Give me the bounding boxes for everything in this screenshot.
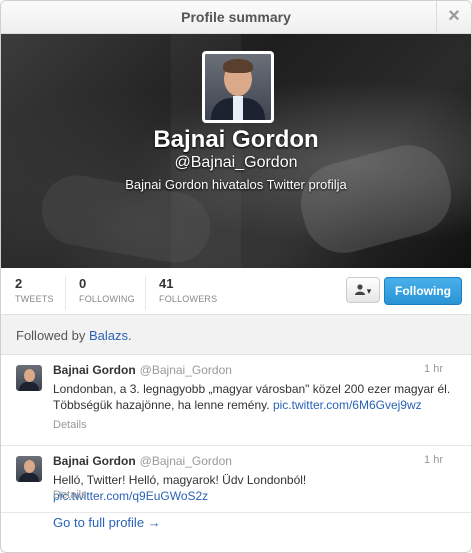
- stat-followers-count: 41: [159, 276, 174, 291]
- profile-stats: 2 TWEETS 0 FOLLOWING 41 FOLLOWERS ▾ Foll…: [1, 268, 471, 315]
- tweet-details-link[interactable]: Details: [53, 489, 87, 501]
- tweet-details-link[interactable]: Details: [53, 419, 87, 431]
- profile-handle[interactable]: @Bajnai_Gordon: [1, 154, 471, 172]
- tweet-author[interactable]: Bajnai Gordon @Bajnai_Gordon: [53, 454, 232, 468]
- followed-by-user-link[interactable]: Balazs: [89, 328, 128, 343]
- dialog-title: Profile summary: [181, 9, 291, 25]
- tweet-item[interactable]: Bajnai Gordon @Bajnai_Gordon 1 hr Helló, …: [1, 446, 471, 513]
- full-profile-link[interactable]: Go to full profile →: [53, 515, 161, 530]
- tweet-avatar[interactable]: [16, 365, 42, 391]
- tweet-text: Helló, Twitter! Helló, magyarok! Üdv Lon…: [53, 472, 453, 504]
- tweet-author-name[interactable]: Bajnai Gordon: [53, 454, 136, 468]
- stat-following-count: 0: [79, 276, 87, 291]
- stat-followers-label: FOLLOWERS: [159, 294, 218, 304]
- stat-followers[interactable]: 41 FOLLOWERS: [145, 276, 239, 310]
- tweet-item[interactable]: Bajnai Gordon @Bajnai_Gordon 1 hr Londonb…: [1, 355, 471, 446]
- tweet-body: Helló, Twitter! Helló, magyarok! Üdv Lon…: [53, 473, 307, 487]
- profile-summary-dialog: Profile summary × Bajnai Gordon @Bajnai_…: [0, 0, 472, 553]
- tweet-media-link[interactable]: pic.twitter.com/6M6Gvej9wz: [273, 398, 422, 412]
- following-button[interactable]: Following: [384, 277, 462, 305]
- followed-by-suffix: .: [128, 328, 132, 343]
- profile-bio: Bajnai Gordon hivatalos Twitter profilja: [125, 177, 347, 192]
- stat-following-label: FOLLOWING: [79, 294, 135, 304]
- profile-header: Bajnai Gordon @Bajnai_Gordon Bajnai Gord…: [1, 34, 471, 269]
- stat-tweets-label: TWEETS: [15, 294, 54, 304]
- tweet-avatar[interactable]: [16, 456, 42, 482]
- dialog-titlebar: Profile summary ×: [1, 1, 471, 34]
- tweet-timestamp[interactable]: 1 hr: [424, 363, 443, 375]
- close-icon[interactable]: ×: [436, 1, 471, 33]
- profile-avatar[interactable]: [202, 51, 274, 123]
- tweet-author-name[interactable]: Bajnai Gordon: [53, 363, 136, 377]
- tweet-text: Londonban, a 3. legnagyobb „magyar város…: [53, 381, 453, 413]
- stat-following[interactable]: 0 FOLLOWING: [65, 276, 146, 310]
- followed-by-prefix: Followed by: [16, 328, 89, 343]
- stat-tweets[interactable]: 2 TWEETS: [1, 276, 66, 310]
- tweet-author-handle[interactable]: @Bajnai_Gordon: [140, 363, 232, 377]
- tweet-timestamp[interactable]: 1 hr: [424, 454, 443, 466]
- user-icon: [354, 284, 365, 295]
- followed-by-bar: Followed by Balazs.: [1, 315, 471, 355]
- tweet-author-handle[interactable]: @Bajnai_Gordon: [140, 454, 232, 468]
- profile-name[interactable]: Bajnai Gordon: [1, 126, 471, 154]
- stat-tweets-count: 2: [15, 276, 23, 291]
- tweet-author[interactable]: Bajnai Gordon @Bajnai_Gordon: [53, 363, 232, 377]
- chevron-down-icon: ▾: [366, 286, 372, 296]
- user-actions-button[interactable]: ▾: [346, 277, 380, 303]
